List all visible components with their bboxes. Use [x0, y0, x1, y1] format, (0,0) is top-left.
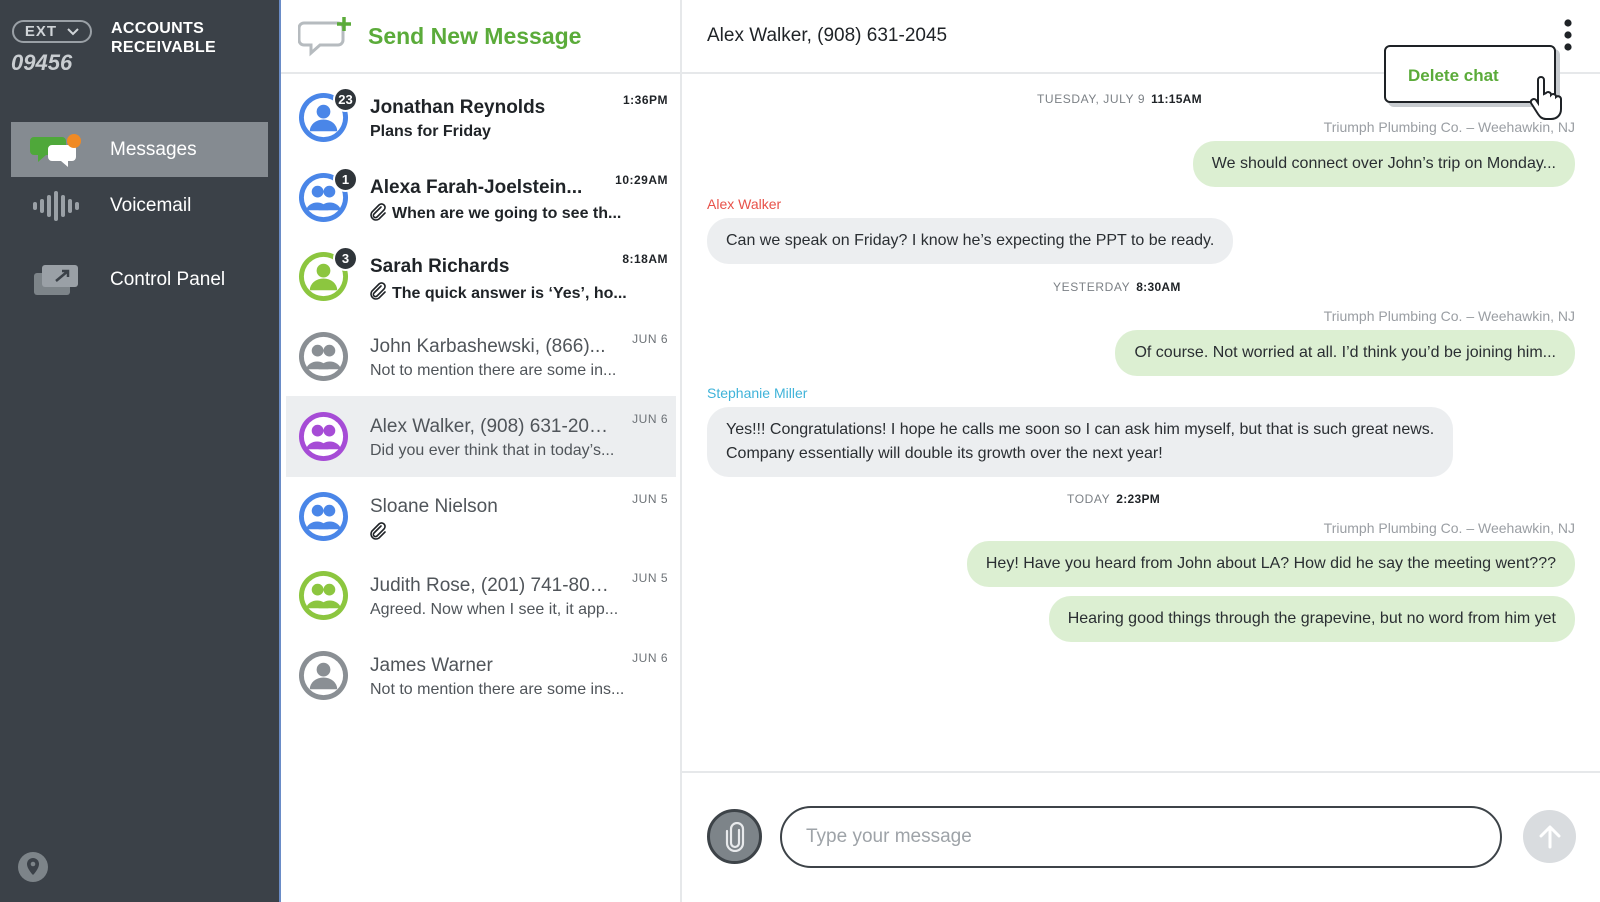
nav-item-messages[interactable]: Messages	[11, 122, 268, 177]
waveform-icon	[28, 186, 84, 226]
conversation-preview: Agreed. Now when I see it, it app...	[370, 601, 645, 619]
unread-count-badge: 23	[333, 87, 358, 112]
conversation-name: Judith Rose, (201) 741-8035...	[370, 575, 610, 597]
account-name-line2: RECEIVABLE	[111, 39, 216, 56]
new-message-icon	[298, 17, 351, 57]
message-sender-stephanie-miller: Stephanie Miller	[707, 385, 808, 401]
conversation-preview: Plans for Friday	[370, 123, 645, 141]
nav-label-control-panel: Control Panel	[110, 268, 226, 290]
delete-chat-menu-item[interactable]: Delete chat	[1408, 66, 1499, 86]
conversation-preview-text: Not to mention there are some ins...	[370, 680, 625, 698]
account-name-line1: ACCOUNTS	[111, 20, 205, 37]
chevron-down-icon	[67, 27, 79, 35]
conversation-time: 8:18AM	[622, 252, 668, 267]
message-input[interactable]	[780, 806, 1502, 868]
location-pin-icon[interactable]	[17, 851, 49, 883]
attach-button[interactable]	[707, 809, 762, 864]
outgoing-message: We should connect over John’s trip on Mo…	[1192, 141, 1575, 187]
message-line: Yes!!! Congratulations! I hope he calls …	[726, 421, 1435, 438]
group-avatar-icon	[298, 570, 349, 621]
conversation-name: John Karbashewski, (866)...	[370, 336, 606, 358]
message-sender: Triumph Plumbing Co. – Weehawkin, NJ	[1323, 520, 1575, 536]
extension-label: EXT	[24, 23, 58, 40]
chat-title: Alex Walker, (908) 631-2045	[707, 25, 948, 46]
group-avatar-icon	[298, 491, 349, 542]
conversation-item[interactable]: John Karbashewski, (866)... Not to mentio…	[286, 316, 676, 397]
extension-number: 09456	[11, 50, 73, 75]
nav-item-control-panel[interactable]: Control Panel	[11, 252, 268, 307]
conversation-preview-text: Did you ever think that in today’s...	[370, 441, 615, 459]
message-sender: Triumph Plumbing Co. – Weehawkin, NJ	[1323, 308, 1575, 324]
timestamp-divider: TUESDAY, JULY 9 11:15AM	[1037, 92, 1202, 106]
send-new-message-button[interactable]: Send New Message	[281, 0, 680, 74]
nav-label-voicemail: Voicemail	[110, 194, 192, 216]
hand-cursor-icon	[1529, 76, 1562, 120]
conversation-name: Alex Walker, (908) 631-2045	[370, 415, 610, 437]
nav-item-voicemail[interactable]: Voicemail	[11, 178, 268, 233]
conversation-time: 10:29AM	[615, 172, 668, 187]
timestamp-divider: TODAY 2:23PM	[1067, 492, 1161, 506]
conversation-time: JUN 5	[632, 491, 668, 506]
conversation-item[interactable]: Alex Walker, (908) 631-2045 Did you ever …	[286, 395, 676, 477]
arrow-up-icon	[1539, 825, 1560, 848]
message-line: Company essentially will double its grow…	[726, 445, 1163, 462]
outgoing-message: Hey! Have you heard from John about LA? …	[966, 541, 1575, 587]
conversation-item[interactable]: 23 Jonathan Reynolds Plans for Friday 1:36P…	[286, 77, 676, 158]
paperclip-icon	[725, 821, 744, 852]
conversation-item[interactable]: James Warner Not to mention there are som…	[286, 635, 676, 716]
incoming-message: Can we speak on Friday? I know he’s expe…	[707, 218, 1234, 264]
left-nav: EXT 09456 ACCOUNTS RECEIVABLE Messages V…	[0, 0, 281, 902]
message-composer	[682, 771, 1600, 902]
conversation-item[interactable]: Sloane Nielson JUN 5	[286, 476, 676, 557]
paperclip-icon	[370, 282, 386, 305]
outgoing-message: Hearing good things through the grapevin…	[1048, 596, 1575, 642]
paperclip-icon	[370, 521, 386, 545]
send-new-message-label: Send New Message	[368, 22, 582, 49]
conversation-preview-text: The quick answer is ‘Yes’, ho...	[392, 284, 627, 302]
conversation-name: James Warner	[370, 654, 493, 676]
conversation-name: Jonathan Reynolds	[370, 97, 546, 118]
chat-bubbles-icon	[28, 130, 84, 170]
group-avatar-icon	[298, 331, 349, 382]
conversation-time: JUN 6	[632, 650, 668, 665]
chat-pane: Alex Walker, (908) 631-2045 TUESDAY, JUL…	[682, 0, 1600, 902]
conversation-preview: Not to mention there are some in...	[370, 362, 645, 380]
group-avatar-icon	[298, 411, 349, 462]
conversation-name: Sloane Nielson	[370, 495, 498, 517]
paperclip-icon	[370, 202, 386, 226]
message-sender: Triumph Plumbing Co. – Weehawkin, NJ	[1323, 119, 1575, 135]
conversation-name: Alexa Farah-Joelstein...	[370, 176, 583, 198]
conversation-time: JUN 5	[632, 571, 668, 586]
incoming-message: Yes!!! Congratulations! I hope he calls …	[707, 407, 1454, 477]
message-sender-alex-walker: Alex Walker	[707, 196, 782, 212]
conversation-item[interactable]: 3 Sarah Richards The quick answer is ‘Yes’…	[286, 236, 676, 317]
conversation-time: JUN 6	[632, 332, 668, 347]
unread-count-badge: 3	[333, 246, 358, 272]
conversation-preview: The quick answer is ‘Yes’, ho...	[370, 282, 645, 305]
conversation-name: Sarah Richards	[370, 256, 510, 278]
conversation-preview-text: Agreed. Now when I see it, it app...	[370, 601, 619, 619]
extension-selector[interactable]: EXT	[12, 20, 92, 43]
conversation-preview: Not to mention there are some ins...	[370, 681, 645, 699]
conversation-preview-text: Not to mention there are some in...	[370, 362, 617, 380]
account-name: ACCOUNTS RECEIVABLE	[111, 19, 216, 57]
conversation-list-panel: Send New Message 23 Jonathan Reynolds Plan…	[281, 0, 682, 902]
more-options-icon[interactable]	[1562, 18, 1574, 52]
conversation-preview-text: Plans for Friday	[370, 123, 491, 140]
conversation-preview: When are we going to see th...	[370, 202, 645, 226]
conversation-preview: Did you ever think that in today’s...	[370, 442, 645, 460]
nav-label-messages: Messages	[110, 138, 197, 160]
timestamp-divider: YESTERDAY 8:30AM	[1053, 280, 1181, 294]
conversation-item[interactable]: Judith Rose, (201) 741-8035... Agreed. No…	[286, 555, 676, 636]
conversation-item[interactable]: 1 Alexa Farah-Joelstein... When are we goi…	[286, 157, 676, 238]
send-button[interactable]	[1523, 810, 1576, 863]
person-avatar-icon	[298, 650, 349, 701]
outgoing-message: Of course. Not worried at all. I’d think…	[1115, 330, 1575, 376]
conversation-time: JUN 6	[632, 411, 668, 426]
window-arrow-icon	[28, 260, 84, 300]
conversation-time: 1:36PM	[622, 93, 668, 107]
unread-count-badge: 1	[333, 166, 358, 192]
conversation-preview	[370, 521, 645, 545]
conversation-preview-text: When are we going to see th...	[392, 205, 622, 223]
